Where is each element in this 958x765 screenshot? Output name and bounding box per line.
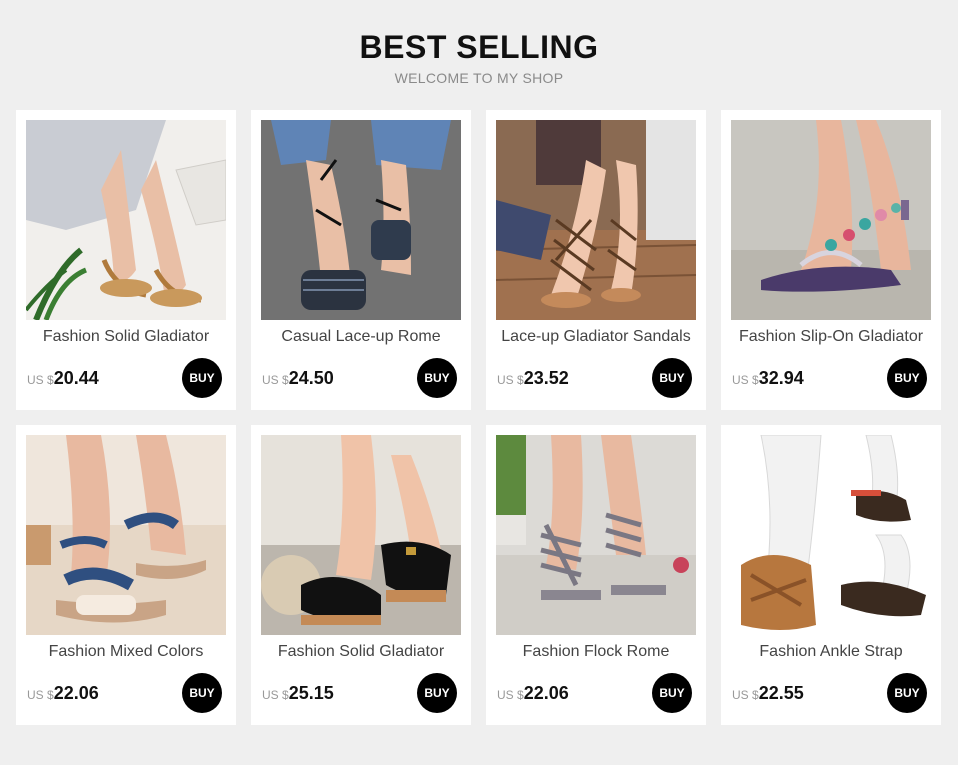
- product-price: US $23.52: [497, 368, 569, 389]
- product-card[interactable]: Fashion Mixed Colors US $22.06 BUY: [16, 425, 236, 725]
- section-header: BEST SELLING WELCOME TO MY SHOP: [0, 28, 958, 86]
- price-amount: 20.44: [53, 368, 99, 388]
- product-photo[interactable]: [731, 120, 931, 320]
- product-name[interactable]: Fashion Solid Gladiator: [16, 328, 236, 346]
- currency-label: US $: [27, 688, 54, 702]
- product-name[interactable]: Casual Lace-up Rome: [251, 328, 471, 346]
- product-photo[interactable]: [26, 120, 226, 320]
- product-name[interactable]: Lace-up Gladiator Sandals: [486, 328, 706, 346]
- buy-button[interactable]: BUY: [182, 673, 222, 713]
- product-card[interactable]: Fashion Flock Rome US $22.06 BUY: [486, 425, 706, 725]
- product-card[interactable]: Fashion Solid Gladiator US $25.15 BUY: [251, 425, 471, 725]
- currency-label: US $: [732, 688, 759, 702]
- buy-button[interactable]: BUY: [887, 358, 927, 398]
- currency-label: US $: [497, 688, 524, 702]
- buy-button[interactable]: BUY: [182, 358, 222, 398]
- product-card[interactable]: Fashion Solid Gladiator US $20.44 BUY: [16, 110, 236, 410]
- currency-label: US $: [262, 688, 289, 702]
- product-card[interactable]: Fashion Ankle Strap US $22.55 BUY: [721, 425, 941, 725]
- sandal-photo: [496, 435, 696, 635]
- product-name[interactable]: Fashion Ankle Strap: [721, 643, 941, 661]
- sandal-photo: [731, 435, 931, 635]
- product-price: US $22.55: [732, 683, 804, 704]
- product-name[interactable]: Fashion Flock Rome: [486, 643, 706, 661]
- sandal-photo: [261, 435, 461, 635]
- product-photo[interactable]: [496, 435, 696, 635]
- buy-button[interactable]: BUY: [652, 673, 692, 713]
- product-photo[interactable]: [261, 435, 461, 635]
- buy-button[interactable]: BUY: [417, 673, 457, 713]
- price-amount: 25.15: [288, 683, 334, 703]
- currency-label: US $: [262, 373, 289, 387]
- product-card[interactable]: Fashion Slip-On Gladiator US $32.94 BUY: [721, 110, 941, 410]
- sandal-photo: [26, 120, 226, 320]
- price-amount: 23.52: [523, 368, 569, 388]
- product-card[interactable]: Lace-up Gladiator Sandals US $23.52 BUY: [486, 110, 706, 410]
- product-price: US $22.06: [497, 683, 569, 704]
- product-price: US $22.06: [27, 683, 99, 704]
- section-subtitle: WELCOME TO MY SHOP: [394, 70, 564, 86]
- currency-label: US $: [497, 373, 524, 387]
- currency-label: US $: [27, 373, 54, 387]
- sandal-photo: [731, 120, 931, 320]
- product-photo[interactable]: [496, 120, 696, 320]
- product-price: US $24.50: [262, 368, 334, 389]
- product-name[interactable]: Fashion Solid Gladiator: [251, 643, 471, 661]
- buy-button[interactable]: BUY: [887, 673, 927, 713]
- buy-button[interactable]: BUY: [652, 358, 692, 398]
- buy-button[interactable]: BUY: [417, 358, 457, 398]
- currency-label: US $: [732, 373, 759, 387]
- product-name[interactable]: Fashion Slip-On Gladiator: [721, 328, 941, 346]
- sandal-photo: [261, 120, 461, 320]
- sandal-photo: [26, 435, 226, 635]
- price-amount: 22.06: [53, 683, 99, 703]
- price-amount: 22.55: [758, 683, 804, 703]
- product-photo[interactable]: [261, 120, 461, 320]
- product-photo[interactable]: [731, 435, 931, 635]
- product-photo[interactable]: [26, 435, 226, 635]
- price-amount: 22.06: [523, 683, 569, 703]
- price-amount: 32.94: [758, 368, 804, 388]
- sandal-photo: [496, 120, 696, 320]
- product-price: US $20.44: [27, 368, 99, 389]
- product-name[interactable]: Fashion Mixed Colors: [16, 643, 236, 661]
- section-title: BEST SELLING: [359, 29, 599, 65]
- product-price: US $25.15: [262, 683, 334, 704]
- product-price: US $32.94: [732, 368, 804, 389]
- product-card[interactable]: Casual Lace-up Rome US $24.50 BUY: [251, 110, 471, 410]
- price-amount: 24.50: [288, 368, 334, 388]
